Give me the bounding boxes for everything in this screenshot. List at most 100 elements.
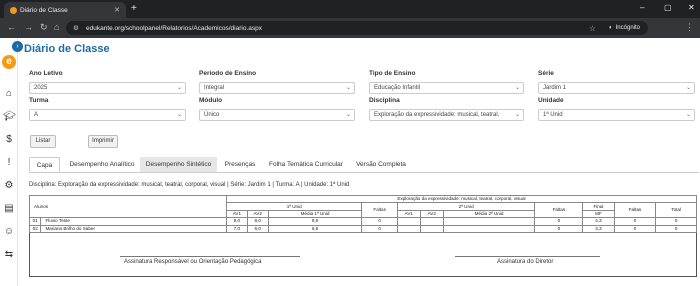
app-logo: e — [2, 55, 16, 69]
listar-button[interactable]: Listar — [30, 135, 56, 148]
url-text: edukante.org/schoolpanel/Relatorios/Acad… — [86, 24, 262, 32]
tab-close-icon[interactable]: ✕ — [114, 6, 120, 14]
media1-header: Média 1ª Unid — [267, 209, 363, 219]
reload-icon[interactable]: ↻ — [40, 22, 48, 33]
close-window-button[interactable]: ✕ — [688, 3, 695, 12]
tab-versao-completa[interactable]: Versão Completa — [352, 157, 410, 172]
periodo-select[interactable]: Integral ⌄ — [199, 82, 355, 94]
total-header: Total — [655, 202, 697, 219]
cell-faltas1: 0 — [361, 224, 398, 233]
periodo-value: Integral — [204, 85, 225, 91]
ano-letivo-select[interactable]: 2025 ⌄ — [29, 82, 186, 94]
report-icon[interactable]: ▤ — [3, 203, 15, 215]
minimize-button[interactable]: – — [640, 3, 644, 12]
cell-total: 0 — [655, 224, 697, 233]
tipo-ensino-label: Tipo de Ensino — [369, 70, 416, 77]
student-name: Mariana Brilho do Saber — [40, 224, 227, 233]
final-header: Final — [582, 202, 615, 211]
av1-header: AV1 — [225, 209, 248, 219]
tab-desempenho-analitico[interactable]: Desempenho Analítico — [63, 157, 141, 172]
tipo-ensino-value: Educação Infantil — [374, 85, 421, 91]
bookmark-star-icon[interactable]: ☆ — [589, 24, 596, 33]
cell-faltas2: 0 — [534, 217, 584, 226]
signature-line-left — [120, 256, 300, 257]
swap-icon[interactable]: ⇆ — [3, 249, 15, 261]
unidade-value: 1ª Unid — [543, 112, 563, 118]
cell-av1: 9,0 — [225, 217, 248, 226]
modulo-select[interactable]: Único ⌄ — [199, 109, 355, 121]
app-sidebar: ⌂ 🎓︎ $ ! ⚙ ▤ ☺ ⇆ — [0, 38, 18, 286]
cell-faltas: 0 — [613, 224, 657, 233]
sidebar-toggle-button[interactable]: › — [12, 41, 23, 52]
av2-header: AV2 — [246, 209, 269, 219]
table-row: 02 Mariana Brilho do Saber 7,0 6,0 6,5 0… — [28, 224, 697, 233]
cell-av2: 8,0 — [246, 217, 269, 226]
chevron-down-icon: ⌄ — [345, 112, 351, 118]
cell-av2b — [419, 217, 444, 226]
new-tab-button[interactable]: + — [131, 3, 137, 14]
imprimir-button[interactable]: Imprimir — [88, 135, 118, 148]
forward-icon[interactable]: → — [24, 22, 33, 32]
cell-media2 — [442, 217, 536, 226]
grades-table: Alunos Exploração da expressividade: mus… — [28, 194, 698, 233]
site-favicon-icon — [10, 6, 17, 14]
serie-select[interactable]: Jardim 1 ⌄ — [538, 82, 695, 94]
disciplina-select[interactable]: Exploração da expressividade: musical, t… — [369, 109, 524, 121]
browser-menu-icon[interactable]: ⋮ — [685, 22, 694, 33]
unid2-header: 2ª Unid — [396, 202, 536, 211]
turma-select[interactable]: A ⌄ — [29, 109, 186, 121]
col-alunos-header: Alunos — [29, 194, 227, 219]
chevron-down-icon: ⌄ — [514, 112, 520, 118]
address-bar-area: ← → ↻ ⌂ ⚙ edukante.org/schoolpanel/Relat… — [0, 18, 700, 38]
incognito-label: Incógnito — [615, 25, 640, 31]
faltas-header: Faltas — [613, 202, 657, 219]
site-info-icon[interactable]: ⚙ — [73, 24, 79, 32]
dollar-icon[interactable]: $ — [3, 134, 15, 146]
turma-value: A — [34, 112, 39, 118]
disciplina-label: Disciplina — [369, 97, 400, 104]
faltas1-header: Faltas — [361, 202, 398, 219]
settings-icon[interactable]: ⚙ — [3, 180, 15, 192]
modulo-value: Único — [204, 112, 220, 118]
cell-av2: 6,0 — [246, 224, 269, 233]
tab-folha-tematica[interactable]: Folha Temática Curricular — [266, 157, 346, 172]
unid1-header: 1ª Unid — [225, 202, 363, 211]
home-icon[interactable]: ⌂ — [3, 88, 15, 100]
report-info-line: Disciplina: Exploração da expressividade… — [29, 182, 350, 188]
back-icon[interactable]: ← — [7, 22, 16, 32]
tabs-divider — [29, 172, 699, 173]
browser-tab[interactable]: Diário de Classe ✕ — [4, 2, 126, 18]
incognito-badge[interactable]: ◐ Incógnito — [609, 25, 640, 31]
user-icon[interactable]: ☺ — [3, 226, 15, 238]
unidade-select[interactable]: 1ª Unid ⌄ — [538, 109, 695, 121]
incognito-icon: ◐ — [609, 25, 613, 31]
maximize-button[interactable]: ▢ — [664, 3, 672, 12]
discipline-header: Exploração da expressividade: musical, t… — [225, 194, 698, 204]
cell-media1: 6,5 — [267, 224, 363, 233]
chevron-down-icon: ⌄ — [685, 112, 691, 118]
tab-desempenho-sintetico[interactable]: Desempenho Sintético — [140, 157, 217, 172]
modulo-label: Módulo — [199, 97, 223, 104]
tipo-ensino-select[interactable]: Educação Infantil ⌄ — [369, 82, 524, 94]
cell-av1b — [396, 217, 421, 226]
table-row: 01 Fluvio Teste 9,0 8,0 8,5 0 0 4,3 0 0 — [28, 217, 697, 226]
url-bar[interactable]: ⚙ edukante.org/schoolpanel/Relatorios/Ac… — [66, 21, 648, 35]
signature-right-label: Assinatura do Diretor — [497, 259, 554, 265]
graduation-icon[interactable]: 🎓︎ — [3, 111, 16, 123]
tab-capa[interactable]: Capa — [29, 157, 60, 172]
av2b-header: AV2 — [419, 209, 444, 219]
chevron-down-icon: ⌄ — [176, 85, 182, 91]
table-header-row: Alunos Exploração da expressividade: mus… — [29, 194, 698, 219]
ano-letivo-label: Ano Letivo — [29, 70, 63, 77]
cell-faltas1: 0 — [361, 217, 398, 226]
cell-media1: 8,5 — [267, 217, 363, 226]
page-title: Diário de Classe — [24, 43, 110, 55]
home-nav-icon[interactable]: ⌂ — [54, 22, 59, 32]
tab-presencas[interactable]: Presenças — [221, 157, 259, 172]
cell-av1: 7,0 — [225, 224, 248, 233]
chevron-down-icon: ⌄ — [345, 85, 351, 91]
cell-av2b — [419, 224, 444, 233]
unidade-label: Unidade — [538, 97, 564, 104]
faltas2-header: Faltas — [534, 202, 584, 219]
alert-icon[interactable]: ! — [3, 157, 15, 169]
